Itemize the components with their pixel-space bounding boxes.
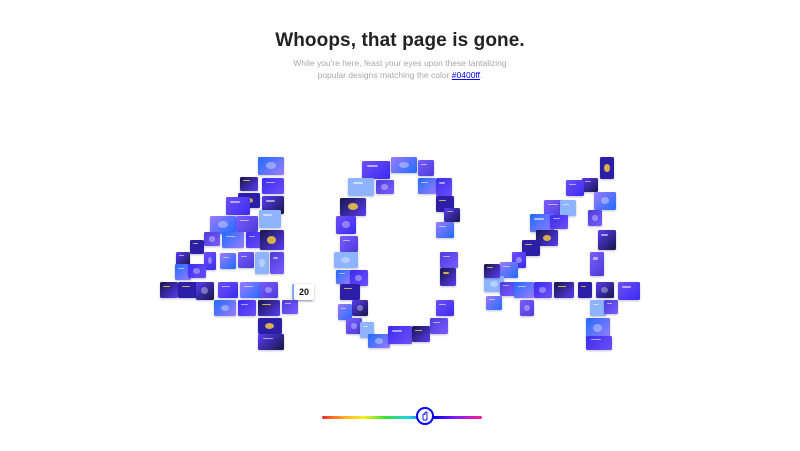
design-shot-tile[interactable] bbox=[178, 282, 198, 298]
design-shot-tile[interactable] bbox=[444, 208, 460, 222]
design-shot-tile[interactable] bbox=[240, 282, 262, 298]
tile-number-label: 20 bbox=[298, 287, 309, 297]
design-shot-tile[interactable] bbox=[238, 252, 254, 268]
design-shot-tile[interactable] bbox=[259, 210, 281, 228]
design-shot-tile[interactable] bbox=[196, 282, 214, 300]
design-shot-tile[interactable] bbox=[440, 268, 456, 286]
design-shot-tile[interactable] bbox=[578, 282, 592, 298]
design-shot-tile[interactable] bbox=[260, 230, 284, 250]
design-shot-tile[interactable] bbox=[336, 216, 356, 234]
design-shot-tile[interactable] bbox=[352, 300, 368, 316]
design-shot-tile[interactable] bbox=[258, 334, 284, 350]
design-shot-tile[interactable] bbox=[418, 178, 436, 194]
design-shot-tile[interactable] bbox=[236, 216, 258, 232]
design-shot-tile[interactable] bbox=[560, 200, 576, 216]
design-shot-tile[interactable] bbox=[484, 264, 500, 278]
design-shot-tile[interactable] bbox=[190, 240, 204, 254]
design-shot-tile[interactable] bbox=[238, 300, 256, 316]
design-shot-tile[interactable] bbox=[391, 157, 417, 173]
design-shot-tile[interactable] bbox=[340, 236, 358, 252]
design-shot-tile[interactable] bbox=[618, 282, 640, 300]
design-shot-tile[interactable] bbox=[590, 252, 604, 276]
design-shot-tile[interactable] bbox=[214, 300, 236, 316]
design-shot-tile[interactable] bbox=[188, 264, 206, 278]
design-shot-tile[interactable] bbox=[436, 300, 454, 316]
design-shot-tile[interactable] bbox=[362, 161, 390, 179]
design-shot-tile[interactable] bbox=[348, 178, 374, 196]
design-shot-tile[interactable] bbox=[204, 232, 220, 246]
design-shot-tile[interactable] bbox=[566, 180, 584, 196]
design-shot-tile[interactable] bbox=[220, 253, 236, 269]
design-shot-tile[interactable] bbox=[596, 282, 614, 298]
color-slider-track[interactable] bbox=[322, 416, 482, 419]
design-shot-tile[interactable] bbox=[388, 326, 412, 344]
design-shot-tile[interactable] bbox=[554, 282, 574, 298]
design-shot-tile[interactable] bbox=[586, 318, 610, 338]
design-shot-tile[interactable] bbox=[282, 300, 298, 314]
design-shot-tile[interactable] bbox=[334, 252, 358, 268]
design-shot-tile[interactable] bbox=[240, 177, 258, 191]
design-shot-tile[interactable] bbox=[412, 326, 430, 342]
design-shot-tile[interactable] bbox=[260, 282, 278, 298]
design-shot-tile[interactable] bbox=[255, 252, 269, 274]
design-shot-tile[interactable] bbox=[534, 282, 552, 298]
design-shot-tile[interactable] bbox=[598, 230, 616, 250]
design-shot-tile[interactable] bbox=[376, 180, 394, 194]
design-shot-tile[interactable] bbox=[270, 252, 284, 274]
design-shot-tile[interactable] bbox=[604, 300, 618, 314]
color-slider-thumb[interactable] bbox=[416, 407, 434, 425]
design-shot-tile[interactable] bbox=[258, 157, 284, 175]
design-shot-tile[interactable] bbox=[160, 282, 178, 298]
design-shot-tile[interactable] bbox=[582, 178, 598, 192]
design-shot-tile[interactable] bbox=[258, 318, 282, 334]
design-shot-tile[interactable] bbox=[340, 198, 366, 216]
design-shot-tile[interactable] bbox=[436, 222, 454, 238]
design-shot-tile[interactable] bbox=[588, 210, 602, 226]
drag-hand-icon bbox=[422, 411, 428, 421]
404-shot-mosaic: 20 bbox=[0, 0, 800, 451]
design-shot-tile[interactable]: 20 bbox=[294, 284, 314, 300]
design-shot-tile[interactable] bbox=[594, 192, 616, 210]
design-shot-tile[interactable] bbox=[486, 296, 502, 310]
design-shot-tile[interactable] bbox=[440, 252, 458, 268]
design-shot-tile[interactable] bbox=[430, 318, 448, 334]
design-shot-tile[interactable] bbox=[550, 215, 568, 229]
design-shot-tile[interactable] bbox=[418, 160, 434, 176]
design-shot-tile[interactable] bbox=[262, 178, 284, 194]
color-slider[interactable] bbox=[322, 405, 482, 431]
design-shot-tile[interactable] bbox=[340, 284, 360, 300]
design-shot-tile[interactable] bbox=[218, 282, 238, 298]
design-shot-tile[interactable] bbox=[222, 232, 244, 248]
design-shot-tile[interactable] bbox=[368, 334, 390, 348]
design-shot-tile[interactable] bbox=[258, 300, 280, 316]
design-shot-tile[interactable] bbox=[586, 336, 612, 350]
design-shot-tile[interactable] bbox=[226, 197, 250, 215]
design-shot-tile[interactable] bbox=[514, 282, 534, 298]
design-shot-tile[interactable] bbox=[600, 157, 614, 179]
design-shot-tile[interactable] bbox=[520, 300, 534, 316]
design-shot-tile[interactable] bbox=[436, 178, 452, 196]
